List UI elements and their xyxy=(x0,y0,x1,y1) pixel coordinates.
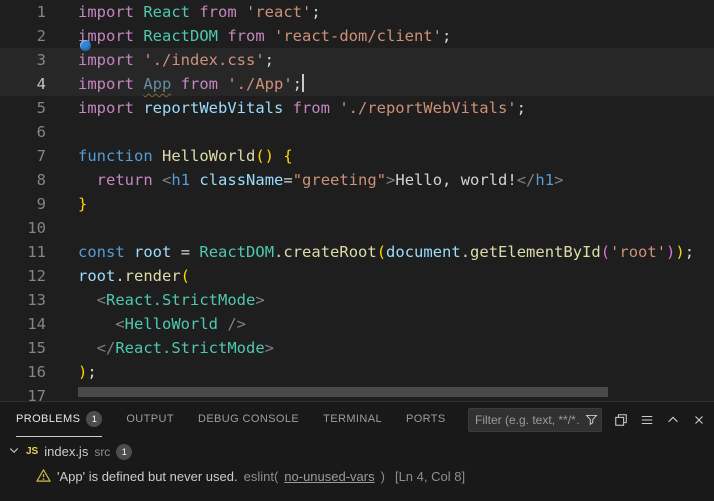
code-area: 1 import React from 'react'; 2 import React… xyxy=(0,0,714,401)
tab-label: DEBUG CONSOLE xyxy=(198,413,299,425)
panel-tab-output[interactable]: OUTPUT xyxy=(126,402,174,437)
code-text: import reportWebVitals from './reportWeb… xyxy=(78,96,526,120)
code-text: function HelloWorld() { xyxy=(78,144,293,168)
code-text: import React from 'react'; xyxy=(78,0,321,24)
line-number[interactable]: 14 xyxy=(0,312,46,336)
line-number[interactable]: 8 xyxy=(0,168,46,192)
code-text: <HelloWorld /> xyxy=(78,312,246,336)
line-number[interactable]: 5 xyxy=(0,96,46,120)
panel-actions xyxy=(468,408,706,432)
file-name: index.js xyxy=(44,444,88,459)
code-line[interactable]: 9} xyxy=(0,192,714,216)
problems-tree: JS index.js src 1 'App' is defined but n… xyxy=(0,437,714,489)
problem-source: eslint( xyxy=(244,469,279,484)
bottom-panel: PROBLEMS 1 OUTPUT DEBUG CONSOLE TERMINAL PORT… xyxy=(0,401,714,501)
problems-filter[interactable] xyxy=(468,408,602,432)
line-number[interactable]: 2 xyxy=(0,24,46,48)
problem-message: 'App' is defined but never used. xyxy=(57,469,238,484)
code-line[interactable]: 10 xyxy=(0,216,714,240)
filter-input[interactable] xyxy=(468,408,602,432)
line-number[interactable]: 10 xyxy=(0,216,46,240)
line-number[interactable]: 13 xyxy=(0,288,46,312)
line-number[interactable]: 15 xyxy=(0,336,46,360)
code-line[interactable]: 14 <HelloWorld /> xyxy=(0,312,714,336)
code-line[interactable]: 2 import ReactDOM from 'react-dom/client'… xyxy=(0,24,714,48)
close-panel-icon[interactable] xyxy=(692,413,706,427)
problem-rule-link[interactable]: no-unused-vars xyxy=(284,469,374,484)
tab-label: PROBLEMS xyxy=(16,413,80,425)
code-text: <React.StrictMode> xyxy=(78,288,265,312)
panel-tab-terminal[interactable]: TERMINAL xyxy=(323,402,382,437)
code-line[interactable]: 7 function HelloWorld() { xyxy=(0,144,714,168)
code-text: root.render( xyxy=(78,264,190,288)
panel-tabs: PROBLEMS 1 OUTPUT DEBUG CONSOLE TERMINAL PORT… xyxy=(16,402,446,437)
line-number[interactable]: 9 xyxy=(0,192,46,216)
line-number[interactable]: 12 xyxy=(0,264,46,288)
code-line[interactable]: 12 root.render( xyxy=(0,264,714,288)
line-number[interactable]: 17 xyxy=(0,384,46,401)
file-path: src xyxy=(94,445,110,459)
code-line[interactable]: 13 <React.StrictMode> xyxy=(0,288,714,312)
code-text: import App from './App'; xyxy=(78,72,304,96)
code-text: const root = ReactDOM.createRoot(documen… xyxy=(78,240,694,264)
code-line[interactable]: 16); xyxy=(0,360,714,384)
tab-badge: 1 xyxy=(86,411,102,427)
code-line[interactable]: 1 import React from 'react'; xyxy=(0,0,714,24)
line-number[interactable]: 3 xyxy=(0,48,46,72)
line-number[interactable]: 6 xyxy=(0,120,46,144)
panel-tab-bar: PROBLEMS 1 OUTPUT DEBUG CONSOLE TERMINAL PORT… xyxy=(0,402,714,437)
code-text: return <h1 className="greeting">Hello, w… xyxy=(78,168,563,192)
line-number[interactable]: 11 xyxy=(0,240,46,264)
code-editor[interactable]: 1 import React from 'react'; 2 import React… xyxy=(0,0,714,401)
filter-icon[interactable] xyxy=(585,413,598,431)
code-line[interactable]: 5 import reportWebVitals from './reportWe… xyxy=(0,96,714,120)
chevron-down-icon[interactable] xyxy=(8,444,20,459)
code-text: import './index.css'; xyxy=(78,48,274,72)
problem-item[interactable]: 'App' is defined but never used. eslint(… xyxy=(0,464,714,489)
warning-icon xyxy=(36,468,51,486)
code-text: import ReactDOM from 'react-dom/client'; xyxy=(78,24,451,48)
problems-file-row[interactable]: JS index.js src 1 xyxy=(0,439,714,464)
line-number[interactable]: 1 xyxy=(0,0,46,24)
line-number[interactable]: 16 xyxy=(0,360,46,384)
tab-label: PORTS xyxy=(406,413,446,425)
code-text: </React.StrictMode> xyxy=(78,336,274,360)
code-text: } xyxy=(78,192,87,216)
code-line[interactable]: 3 import './index.css'; xyxy=(0,48,714,72)
blue-dot-decoration-icon xyxy=(80,40,91,51)
code-line[interactable]: 6 xyxy=(0,120,714,144)
code-line[interactable]: 8 return <h1 className="greeting">Hello,… xyxy=(0,168,714,192)
panel-tab-debug-console[interactable]: DEBUG CONSOLE xyxy=(198,402,299,437)
tab-label: OUTPUT xyxy=(126,413,174,425)
horizontal-scrollbar[interactable] xyxy=(78,387,608,397)
tab-label: TERMINAL xyxy=(323,413,382,425)
js-file-icon: JS xyxy=(26,446,38,457)
code-line[interactable]: 15 </React.StrictMode> xyxy=(0,336,714,360)
code-line[interactable]: 4 import App from './App'; xyxy=(0,72,714,96)
line-number[interactable]: 4 xyxy=(0,72,46,96)
code-line[interactable]: 11 const root = ReactDOM.createRoot(docum… xyxy=(0,240,714,264)
line-number[interactable]: 7 xyxy=(0,144,46,168)
list-view-icon[interactable] xyxy=(640,413,654,427)
problem-count-badge: 1 xyxy=(116,444,132,460)
panel-tab-problems[interactable]: PROBLEMS 1 xyxy=(16,402,102,437)
split-panel-icon[interactable] xyxy=(614,413,628,427)
problem-source-close: ) xyxy=(381,469,385,484)
problem-location: [Ln 4, Col 8] xyxy=(395,469,465,484)
chevron-up-icon[interactable] xyxy=(666,413,680,427)
panel-tab-ports[interactable]: PORTS xyxy=(406,402,446,437)
code-text: ); xyxy=(78,360,97,384)
text-cursor xyxy=(302,74,304,92)
